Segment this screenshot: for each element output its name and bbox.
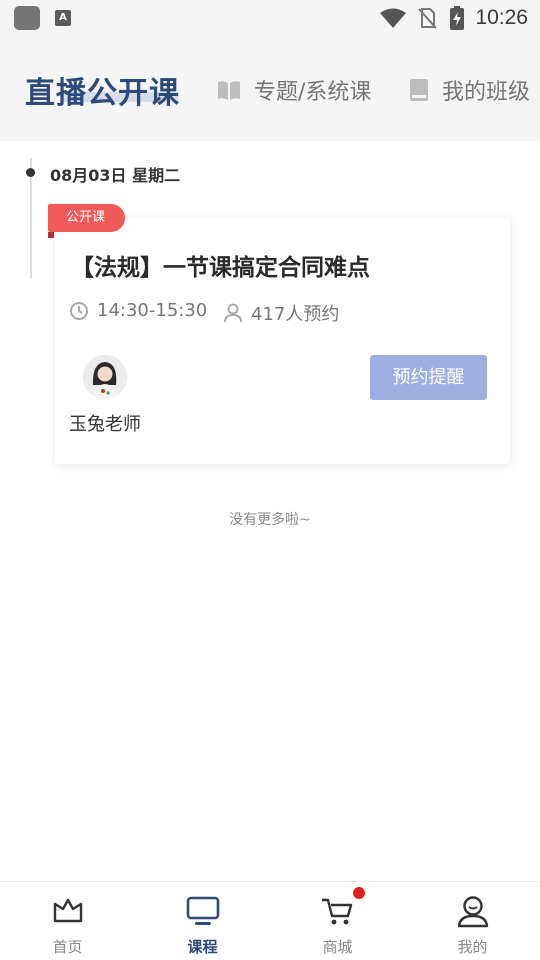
nav-home[interactable]: 首页 xyxy=(0,882,135,960)
nav-shop[interactable]: 商城 xyxy=(270,882,405,960)
cart-icon xyxy=(321,898,352,925)
tab-topics-label: 专题/系统课 xyxy=(254,80,372,105)
nav-mine[interactable]: 我的 xyxy=(405,882,540,960)
course-time-text: 14:30-15:30 xyxy=(97,300,208,321)
battery-charging-icon xyxy=(450,6,465,30)
course-title: 【法规】一节课搞定合同难点 xyxy=(71,255,370,281)
badge-fold xyxy=(48,232,54,238)
home-crown-icon xyxy=(53,898,82,923)
app-icon xyxy=(14,6,40,30)
list-end-text: 没有更多啦~ xyxy=(229,512,311,528)
status-time: 10:26 xyxy=(475,6,528,29)
tv-icon xyxy=(186,896,219,925)
nav-courses[interactable]: 课程 xyxy=(135,882,270,960)
timeline-date: 08月03日 星期二 xyxy=(50,166,181,185)
person-icon xyxy=(224,303,242,323)
nav-mine-label: 我的 xyxy=(457,938,488,956)
remind-button[interactable]: 预约提醒 xyxy=(370,355,487,400)
book-open-icon xyxy=(218,81,240,100)
clock-icon xyxy=(70,301,88,320)
reservation-count-text: 417人预约 xyxy=(251,304,340,325)
tab-topics[interactable]: 专题/系统课 xyxy=(216,74,371,106)
course-card[interactable]: 【法规】一节课搞定合同难点 14:30-15:30 417人预约 玉兔老师 预约… xyxy=(55,218,510,464)
wifi-icon xyxy=(380,8,407,28)
no-sim-icon xyxy=(418,8,438,29)
tab-live-open-class[interactable]: 直播公开课 xyxy=(25,68,180,112)
nav-shop-label: 商城 xyxy=(322,938,353,956)
bottom-nav: 首页 课程 商城 我的 xyxy=(0,881,540,960)
tab-my-class-label: 我的班级 xyxy=(442,80,531,105)
teacher-avatar xyxy=(83,355,127,399)
a-icon: A xyxy=(55,10,71,26)
timeline-dot xyxy=(26,168,35,177)
open-class-badge: 公开课 xyxy=(48,204,125,232)
nav-home-label: 首页 xyxy=(52,938,83,956)
top-tabs: 直播公开课 专题/系统课 我的班级 xyxy=(0,36,540,141)
reservation-count: 417人预约 xyxy=(223,300,339,326)
shop-notification-dot xyxy=(353,887,365,899)
user-icon xyxy=(457,896,488,928)
tab-my-class[interactable]: 我的班级 xyxy=(408,74,530,106)
status-bar: A 10:26 xyxy=(0,0,540,36)
book-icon xyxy=(410,79,428,101)
nav-courses-label: 课程 xyxy=(187,938,218,956)
teacher-name: 玉兔老师 xyxy=(69,414,141,435)
course-time: 14:30-15:30 xyxy=(69,300,207,321)
